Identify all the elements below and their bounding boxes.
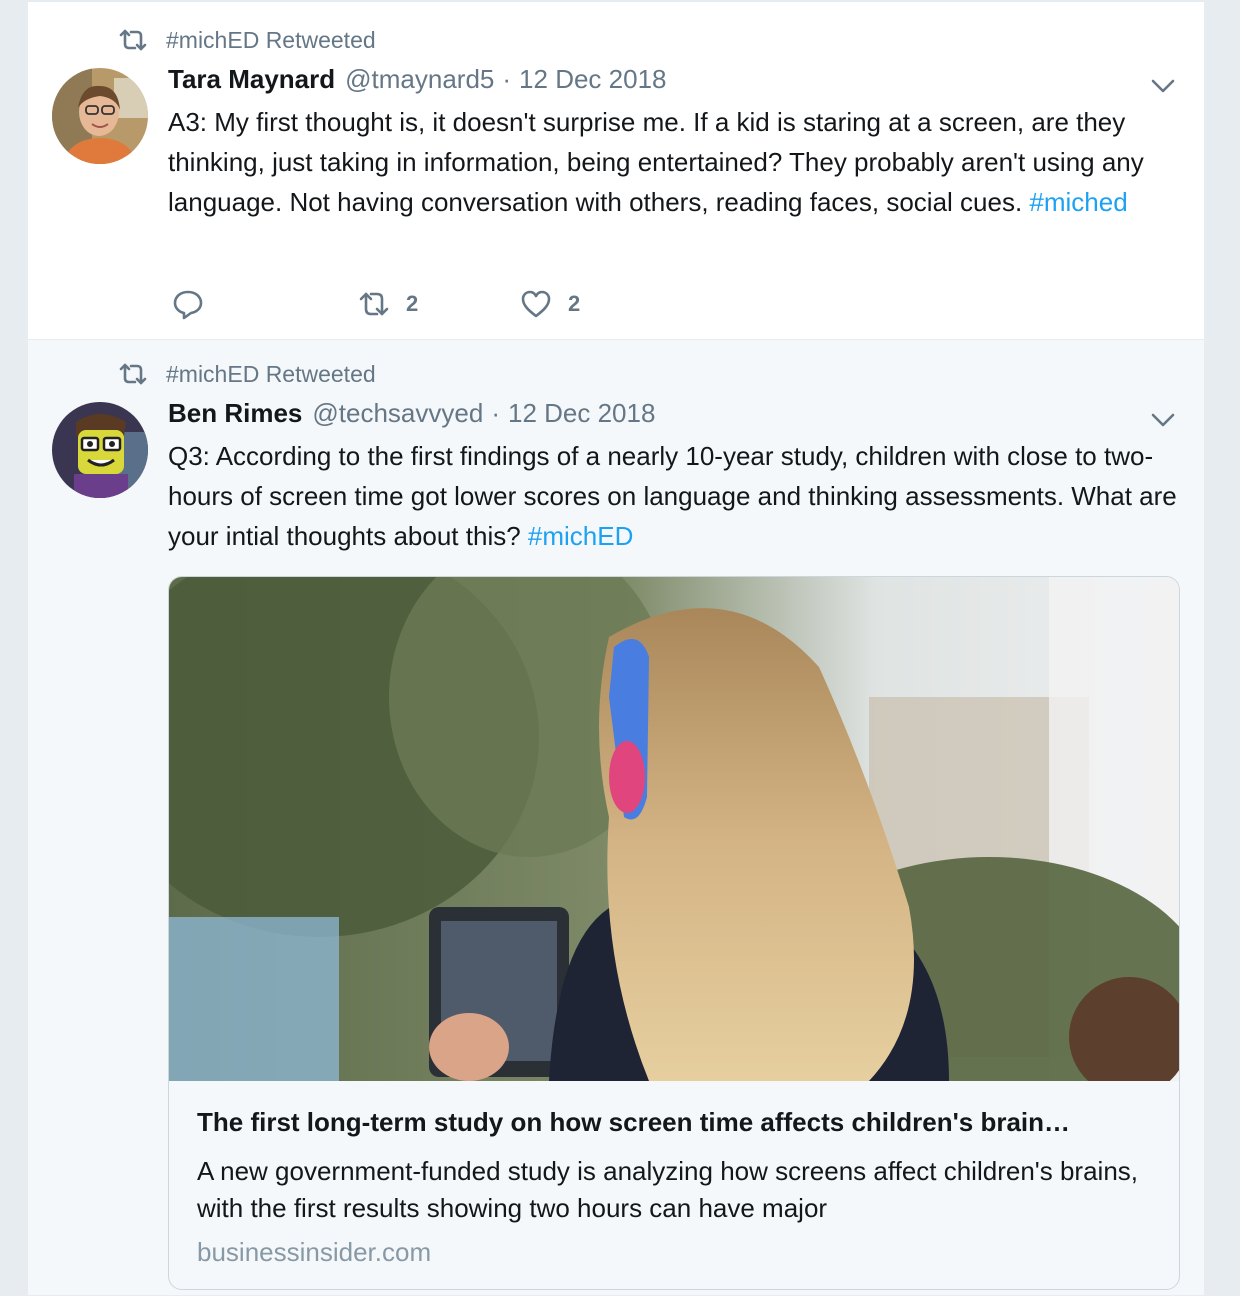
hashtag-link[interactable]: #michED [528, 521, 633, 551]
tweet-body: Q3: According to the first findings of a… [168, 441, 1177, 551]
author-handle[interactable]: @techsavvyed [312, 398, 483, 429]
avatar[interactable] [52, 68, 148, 164]
author-handle[interactable]: @tmaynard5 [345, 64, 494, 95]
tweet-header: Tara Maynard @tmaynard5 · 12 Dec 2018 [168, 64, 667, 98]
link-card[interactable]: The first long-term study on how screen … [168, 576, 1180, 1290]
tweet-text: Q3: According to the first findings of a… [168, 436, 1178, 556]
retweet-button[interactable]: 2 [358, 286, 418, 322]
card-description: A new government-funded study is analyzi… [197, 1156, 1139, 1223]
retweet-icon [118, 363, 148, 385]
like-button[interactable]: 2 [520, 286, 580, 322]
hashtag-link[interactable]: #miched [1029, 187, 1127, 217]
card-title[interactable]: The first long-term study on how screen … [197, 1107, 1157, 1138]
separator: · [491, 398, 500, 428]
reply-button[interactable] [172, 286, 204, 322]
chevron-down-icon[interactable] [1150, 412, 1176, 428]
retweet-context-label: #michED Retweeted [166, 360, 376, 387]
chevron-down-icon[interactable] [1150, 78, 1176, 94]
timestamp[interactable]: 12 Dec 2018 [508, 398, 655, 429]
retweet-icon [118, 29, 148, 51]
like-count: 2 [568, 291, 581, 316]
separator: · [502, 64, 512, 94]
heart-icon [520, 288, 552, 320]
tweet-header: Ben Rimes @techsavvyed · 12 Dec 2018 [168, 398, 655, 432]
author-name[interactable]: Ben Rimes [168, 398, 302, 429]
tweet-actions: 2 2 [168, 286, 768, 322]
card-domain: businessinsider.com [197, 1237, 432, 1267]
tweet[interactable]: #michED Retweeted Tara Maynard @tmaynard… [28, 0, 1204, 340]
avatar[interactable] [52, 402, 148, 498]
card-image[interactable] [169, 577, 1179, 1081]
reply-icon [172, 288, 204, 320]
author-name[interactable]: Tara Maynard [168, 64, 335, 95]
tweet-text: A3: My first thought is, it doesn't surp… [168, 102, 1178, 222]
tweet-body: A3: My first thought is, it doesn't surp… [168, 107, 1144, 217]
retweet-context[interactable]: #michED Retweeted [118, 26, 376, 54]
retweet-context-label: #michED Retweeted [166, 26, 376, 53]
timeline: #michED Retweeted Tara Maynard @tmaynard… [28, 0, 1204, 1296]
tweet[interactable]: #michED Retweeted Ben Rimes @techsavvyed… [28, 340, 1204, 1296]
retweet-count: 2 [406, 291, 419, 316]
retweet-icon [358, 288, 390, 320]
retweet-context[interactable]: #michED Retweeted [118, 360, 376, 388]
timestamp[interactable]: 12 Dec 2018 [519, 64, 666, 95]
